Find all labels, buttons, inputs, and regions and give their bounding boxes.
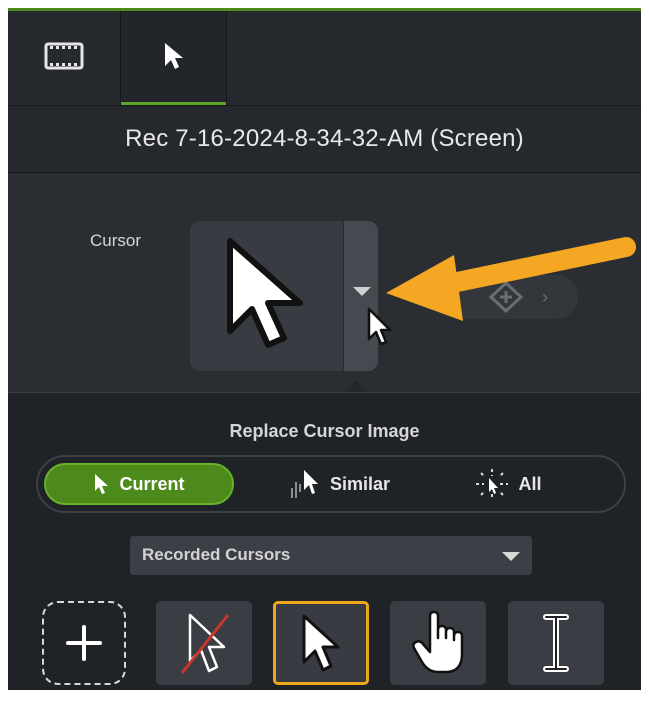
cursor-source-value: Recorded Cursors — [142, 545, 291, 564]
replace-cursor-popup: Replace Cursor Image Current Similar All… — [8, 392, 641, 690]
add-keyframe-icon[interactable] — [488, 280, 524, 318]
clip-header: Rec 7-16-2024-8-34-32-AM (Screen) — [8, 106, 641, 173]
previous-keyframe-button[interactable]: ‹ — [454, 287, 460, 308]
no-cursor-option[interactable] — [156, 601, 252, 685]
active-tab-indicator — [121, 102, 226, 105]
chevron-down-icon — [502, 552, 520, 561]
no-cursor-icon — [180, 613, 230, 674]
add-cursor-button[interactable] — [42, 601, 126, 685]
scope-current-button[interactable]: Current — [44, 463, 234, 505]
film-strip-icon — [44, 41, 84, 76]
keyframe-navigation: ‹ › — [438, 275, 578, 319]
chevron-down-icon — [353, 287, 371, 296]
cursor-arrow-icon — [220, 235, 312, 358]
cursor-selector[interactable] — [190, 221, 378, 371]
ibeam-cursor-option[interactable] — [508, 601, 604, 685]
cursor-arrow-icon — [95, 474, 109, 494]
scope-all-label: All — [518, 473, 542, 494]
scope-similar-label: Similar — [329, 473, 391, 494]
all-cursors-icon — [476, 469, 509, 500]
cursor-option-grid — [8, 601, 641, 687]
popup-title: Replace Cursor Image — [229, 421, 420, 441]
hand-cursor-option[interactable] — [390, 601, 486, 685]
similar-cursors-icon — [290, 470, 318, 498]
scope-current-label: Current — [119, 473, 185, 494]
cursor-source-dropdown[interactable]: Recorded Cursors — [130, 536, 532, 575]
replace-scope-selector: Current Similar All — [36, 455, 626, 513]
clip-title: Rec 7-16-2024-8-34-32-AM (Screen) — [125, 125, 524, 152]
cursor-label: Cursor — [90, 231, 142, 250]
plus-icon — [66, 625, 102, 661]
cursor-preview[interactable] — [190, 221, 342, 371]
tab-visual-properties[interactable] — [8, 11, 121, 105]
properties-tab-bar — [8, 11, 641, 106]
cursor-arrow-icon — [162, 41, 186, 76]
mouse-pointer-icon — [366, 307, 394, 352]
cursor-properties-panel: Rec 7-16-2024-8-34-32-AM (Screen) Cursor… — [8, 8, 641, 690]
scope-all-button[interactable]: All — [448, 463, 568, 505]
next-keyframe-button[interactable]: › — [542, 287, 548, 308]
arrow-cursor-option[interactable] — [273, 601, 369, 685]
cursor-property-row: Cursor ‹ › — [8, 173, 641, 393]
ibeam-cursor-icon — [543, 614, 569, 672]
hand-cursor-icon — [412, 610, 464, 674]
scope-similar-button[interactable]: Similar — [264, 463, 414, 505]
arrow-cursor-icon — [302, 614, 340, 672]
tab-cursor-properties[interactable] — [121, 11, 227, 105]
